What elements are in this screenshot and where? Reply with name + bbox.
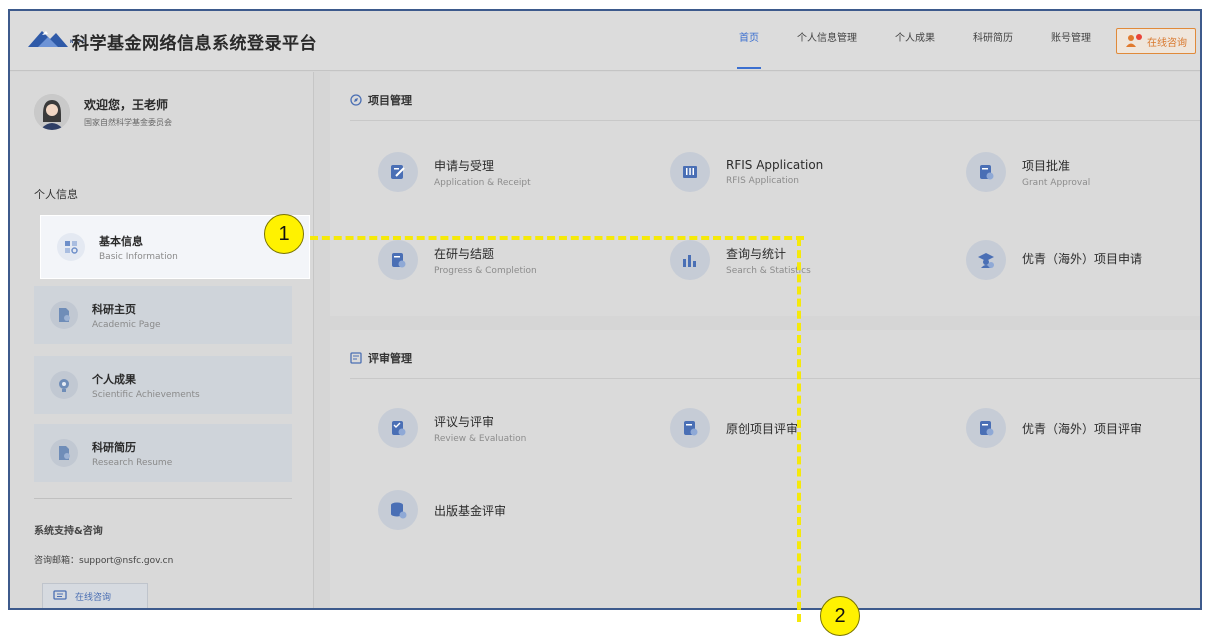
card-subtitle: Application & Receipt <box>434 177 531 188</box>
sidebar-item-label: 科研主页 <box>92 302 136 316</box>
app-frame: NSFC 科学基金网络信息系统登录平台 首页 个人信息管理 个人成果 科研简历 … <box>8 9 1202 610</box>
nsfc-logo-icon <box>28 31 68 47</box>
project-management-panel: 项目管理 申请与受理 Application & Receipt RFIS App… <box>330 72 1200 316</box>
compass-icon <box>350 94 362 106</box>
user-avatar-icon <box>34 94 70 130</box>
review-list-icon <box>350 352 362 364</box>
nav-resume[interactable]: 科研简历 <box>973 11 1013 71</box>
nav-account[interactable]: 账号管理 <box>1051 11 1091 71</box>
card-subtitle: Progress & Completion <box>434 265 537 276</box>
project-management-title: 项目管理 <box>368 94 412 107</box>
card-application-receipt[interactable]: 申请与受理 Application & Receipt <box>378 152 531 192</box>
card-subtitle: RFIS Application <box>726 176 799 186</box>
user-profile: 欢迎您，王老师 国家自然科学基金委员会 <box>34 94 172 130</box>
card-progress-completion[interactable]: 在研与结题 Progress & Completion <box>378 240 537 280</box>
sidebar-item-sublabel: Academic Page <box>92 319 161 330</box>
sidebar-item-academic-page[interactable]: 科研主页 Academic Page <box>34 286 292 344</box>
sidebar-item-sublabel: Research Resume <box>92 457 173 468</box>
annotation-connector-horizontal <box>310 236 804 240</box>
card-title: 优青（海外）项目评审 <box>1022 421 1143 436</box>
card-subtitle: Review & Evaluation <box>434 433 527 444</box>
card-grant-approval[interactable]: 项目批准 Grant Approval <box>966 152 1090 192</box>
annotation-connector-vertical <box>797 238 801 622</box>
lightbulb-icon <box>59 379 69 392</box>
document-icon <box>59 308 70 322</box>
top-nav: 首页 个人信息管理 个人成果 科研简历 账号管理 在线咨询 <box>720 11 1200 71</box>
review-document-icon <box>392 421 406 436</box>
panel-divider <box>350 120 1200 121</box>
review-management-panel: 评审管理 评议与评审 Review & Evaluation 原创项目评审 优青（… <box>330 330 1200 608</box>
nav-home[interactable]: 首页 <box>737 11 761 71</box>
card-review-evaluation[interactable]: 评议与评审 Review & Evaluation <box>378 408 526 448</box>
sidebar-item-sublabel: Scientific Achievements <box>92 389 200 400</box>
card-title: 优青（海外）项目申请 <box>1022 251 1143 266</box>
annotation-badge-2: 2 <box>820 596 860 636</box>
review-management-title: 评审管理 <box>368 352 412 365</box>
app-title: 科学基金网络信息系统登录平台 <box>72 34 317 54</box>
sidebar-item-resume[interactable]: 科研简历 Research Resume <box>34 424 292 482</box>
sidebar-item-label: 科研简历 <box>92 440 136 454</box>
consultant-icon <box>1126 34 1142 47</box>
card-title: 出版基金评审 <box>434 503 507 518</box>
sidebar-item-achievements[interactable]: 个人成果 Scientific Achievements <box>34 356 292 414</box>
sidebar-divider <box>34 498 292 499</box>
annotation-badge-1: 1 <box>264 214 304 254</box>
avatar <box>34 94 70 130</box>
card-title: RFIS Application <box>726 158 824 172</box>
sidebar: 欢迎您，王老师 国家自然科学基金委员会 个人信息 基本信息 Basic Info… <box>10 72 314 608</box>
card-original-project-review[interactable]: 原创项目评审 <box>670 408 798 448</box>
online-consult-label: 在线咨询 <box>1147 37 1187 49</box>
top-header: NSFC 科学基金网络信息系统登录平台 首页 个人信息管理 个人成果 科研简历 … <box>10 11 1200 71</box>
grid-icon <box>683 166 697 178</box>
bar-chart-icon <box>683 255 696 267</box>
graduate-icon <box>978 253 994 268</box>
online-consult-button[interactable]: 在线咨询 <box>1116 28 1196 54</box>
card-excellent-youth-overseas-application[interactable]: 优青（海外）项目申请 <box>966 240 1142 280</box>
card-title: 在研与结题 <box>434 246 495 261</box>
card-rfis-application[interactable]: RFIS Application RFIS Application <box>670 152 823 192</box>
sidebar-consult-button[interactable]: 在线咨询 <box>42 583 148 608</box>
progress-document-icon <box>392 253 406 268</box>
card-publication-fund-review[interactable]: 出版基金评审 <box>378 490 506 530</box>
approval-document-icon <box>980 165 994 180</box>
nav-personal-info[interactable]: 个人信息管理 <box>797 11 857 71</box>
sidebar-consult-label: 在线咨询 <box>75 592 112 603</box>
card-title: 项目批准 <box>1022 158 1071 173</box>
support-title: 系统支持&咨询 <box>34 526 103 537</box>
organization-text: 国家自然科学基金委员会 <box>84 118 172 127</box>
edit-document-icon <box>391 165 405 179</box>
resume-icon <box>59 446 70 460</box>
personal-info-label: 个人信息 <box>34 188 78 201</box>
chat-icon <box>53 590 67 600</box>
card-search-statistics[interactable]: 查询与统计 Search & Statistics <box>670 240 811 280</box>
nav-achievements[interactable]: 个人成果 <box>895 11 935 71</box>
sidebar-item-sublabel: Basic Information <box>99 251 178 262</box>
card-subtitle: Grant Approval <box>1022 177 1091 188</box>
sidebar-item-label: 个人成果 <box>92 372 136 386</box>
original-review-icon <box>684 421 698 436</box>
sidebar-item-label: 基本信息 <box>99 234 143 248</box>
main-content: 项目管理 申请与受理 Application & Receipt RFIS App… <box>330 72 1200 608</box>
panel-divider <box>350 378 1200 379</box>
card-excellent-youth-overseas-review[interactable]: 优青（海外）项目评审 <box>966 408 1142 448</box>
card-title: 评议与评审 <box>434 414 495 429</box>
youth-review-icon <box>980 421 994 436</box>
basic-info-icon <box>65 241 78 254</box>
card-title: 原创项目评审 <box>726 421 799 436</box>
welcome-text: 欢迎您，王老师 <box>84 98 169 112</box>
database-icon <box>391 502 407 519</box>
support-email: 咨询邮箱：support@nsfc.gov.cn <box>34 556 174 566</box>
card-title: 申请与受理 <box>434 158 495 173</box>
